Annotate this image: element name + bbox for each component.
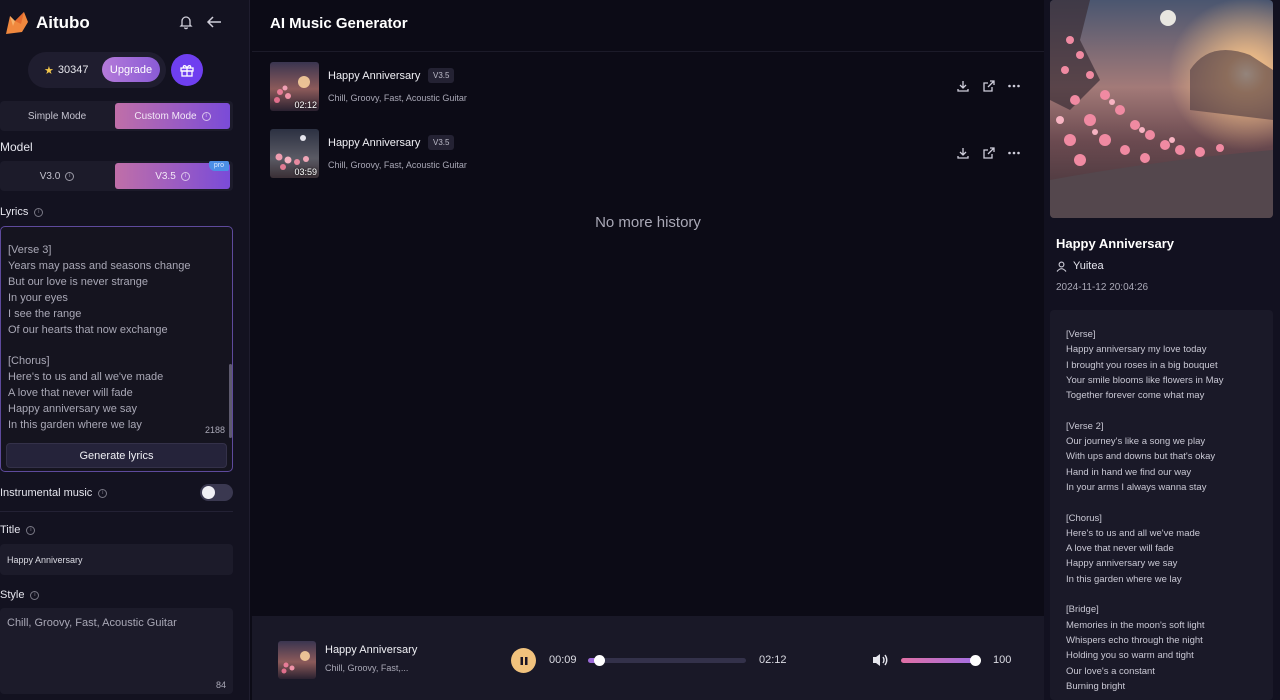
credits-count: 30347	[57, 64, 89, 76]
instrumental-toggle[interactable]	[200, 484, 233, 501]
info-icon[interactable]: i	[180, 171, 190, 181]
total-time: 02:12	[759, 654, 787, 666]
detail-lyrics: [Verse] Happy anniversary my love today …	[1066, 329, 1224, 692]
brand-name: Aitubo	[36, 13, 90, 32]
share-icon[interactable]	[982, 146, 996, 160]
sidebar: Aitubo ★ 30347 Upgrade Simple Mode Custo…	[0, 0, 250, 700]
song-style-tags: Chill, Groovy, Fast, Acoustic Guitar	[328, 93, 467, 103]
player-song-tags: Chill, Groovy, Fast,...	[325, 663, 409, 673]
info-icon[interactable]: i	[98, 488, 108, 498]
cover-art	[1050, 0, 1273, 218]
volume-icon[interactable]	[871, 652, 889, 668]
song-thumbnail[interactable]: 02:12	[270, 62, 319, 111]
user-icon	[1056, 261, 1067, 272]
instrumental-label-row: Instrumental music i	[0, 487, 108, 499]
song-style-tags: Chill, Groovy, Fast, Acoustic Guitar	[328, 160, 467, 170]
pause-icon	[520, 656, 527, 665]
no-more-history: No more history	[595, 214, 701, 231]
author-name: Yuitea	[1073, 260, 1104, 272]
song-row[interactable]: 03:59 Happy Anniversary V3.5 Chill, Groo…	[270, 129, 1030, 179]
brand[interactable]: Aitubo	[4, 10, 90, 36]
page-title: AI Music Generator	[270, 15, 408, 32]
more-options-icon[interactable]	[1007, 146, 1021, 160]
version-v35-tab[interactable]: V3.5 i pro	[115, 161, 230, 189]
download-icon[interactable]	[956, 79, 970, 93]
song-thumbnail[interactable]: 03:59	[270, 129, 319, 178]
song-row[interactable]: 02:12 Happy Anniversary V3.5 Chill, Groo…	[270, 62, 1030, 112]
simple-mode-tab[interactable]: Simple Mode	[2, 103, 112, 129]
mode-switch: Simple Mode Custom Mode i	[0, 101, 233, 131]
version-v30-tab[interactable]: V3.0 i	[2, 163, 112, 189]
info-icon[interactable]: i	[34, 207, 44, 217]
version-switch: V3.0 i V3.5 i pro	[0, 161, 233, 191]
share-icon[interactable]	[982, 79, 996, 93]
song-duration: 02:12	[294, 100, 317, 110]
upgrade-button[interactable]: Upgrade	[102, 57, 160, 82]
detail-date: 2024-11-12 20:04:26	[1056, 282, 1149, 293]
rose-garden-cover-icon	[1050, 0, 1273, 218]
pro-badge: pro	[208, 161, 229, 171]
version-v30-label: V3.0	[39, 170, 61, 182]
style-label-row: Style i	[0, 589, 40, 601]
lyrics-scrollbar[interactable]	[229, 364, 232, 438]
lyrics-label: Lyrics	[0, 206, 29, 218]
current-time: 00:09	[549, 654, 577, 666]
player-song-title: Happy Anniversary	[325, 644, 418, 656]
toggle-knob	[202, 486, 215, 499]
volume-value: 100	[993, 654, 1012, 666]
version-v35-label: V3.5	[155, 170, 176, 182]
divider	[0, 511, 233, 512]
song-detail-panel: Happy Anniversary Yuitea 2024-11-12 20:0…	[1044, 0, 1280, 700]
custom-mode-label: Custom Mode	[134, 110, 197, 122]
version-badge: V3.5	[428, 135, 455, 150]
song-duration: 03:59	[294, 167, 317, 177]
lyrics-content[interactable]: [Verse 3] Years may pass and seasons cha…	[8, 243, 223, 434]
gift-icon	[180, 65, 194, 77]
star-icon: ★	[44, 64, 54, 77]
style-textarea[interactable]: Chill, Groovy, Fast, Acoustic Guitar 84	[0, 608, 233, 694]
volume-knob[interactable]	[970, 655, 981, 666]
gift-button[interactable]	[171, 54, 203, 86]
progress-slider[interactable]	[588, 655, 746, 666]
title-label: Title	[0, 524, 21, 536]
song-title[interactable]: Happy Anniversary	[328, 137, 420, 149]
simple-mode-label: Simple Mode	[27, 110, 87, 122]
audio-player: Happy Anniversary Chill, Groovy, Fast,..…	[252, 616, 1044, 700]
lyrics-textarea[interactable]: [Verse 3] Years may pass and seasons cha…	[0, 226, 233, 472]
detail-author[interactable]: Yuitea	[1056, 260, 1104, 272]
detail-song-title: Happy Anniversary	[1056, 236, 1175, 251]
style-char-count: 84	[215, 680, 226, 690]
back-arrow-icon[interactable]	[205, 14, 223, 30]
main-area: AI Music Generator 02:12 Happy Anniversa…	[252, 0, 1044, 700]
info-icon[interactable]: i	[30, 590, 40, 600]
instrumental-label: Instrumental music	[0, 487, 93, 499]
custom-mode-tab[interactable]: Custom Mode i	[115, 103, 230, 129]
lyrics-label-row: Lyrics i	[0, 206, 44, 218]
lyrics-char-count: 2188	[204, 425, 225, 435]
title-label-row: Title i	[0, 524, 36, 536]
song-title[interactable]: Happy Anniversary	[328, 70, 420, 82]
version-badge: V3.5	[428, 68, 455, 83]
title-input[interactable]: Happy Anniversary	[0, 544, 233, 575]
style-label: Style	[0, 589, 25, 601]
more-options-icon[interactable]	[1007, 79, 1021, 93]
player-thumbnail[interactable]	[278, 641, 316, 679]
fox-logo-icon	[6, 12, 28, 34]
model-label: Model	[0, 140, 33, 154]
volume-slider[interactable]	[901, 658, 975, 663]
detail-lyrics-panel: [Verse] Happy anniversary my love today …	[1050, 310, 1273, 700]
progress-knob[interactable]	[594, 655, 606, 666]
bell-icon[interactable]	[178, 14, 194, 30]
rose-garden-thumbnail-icon	[278, 641, 316, 679]
info-icon[interactable]: i	[26, 525, 36, 535]
info-icon[interactable]: i	[201, 111, 211, 121]
divider	[252, 51, 1044, 52]
download-icon[interactable]	[956, 146, 970, 160]
info-icon[interactable]: i	[65, 171, 75, 181]
style-content[interactable]: Chill, Groovy, Fast, Acoustic Guitar	[7, 617, 177, 629]
pause-button[interactable]	[511, 648, 536, 673]
generate-lyrics-button[interactable]: Generate lyrics	[6, 443, 227, 468]
